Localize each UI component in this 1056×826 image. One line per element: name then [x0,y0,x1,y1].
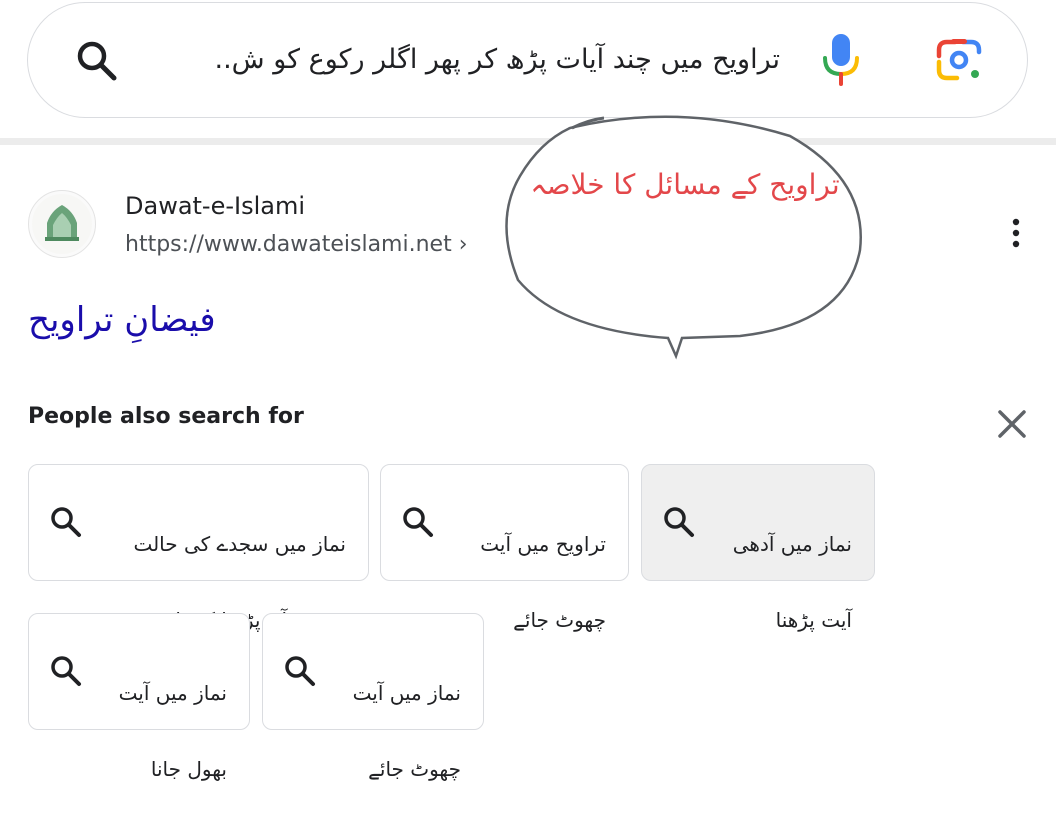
site-url[interactable]: https://www.dawateislami.net › [125,232,468,257]
chip-label: نماز میں آیت بھول جانا [119,636,227,826]
search-icon [401,505,435,543]
chip-label-line: نماز میں آیت [118,681,227,705]
related-search-chip[interactable]: نماز میں آیت بھول جانا [28,613,250,781]
search-icon [49,505,83,543]
chip-label: نماز میں آیت چھوٹ جائے [353,636,461,826]
search-query-input[interactable]: تراویح میں چند آیات پڑھ کر پھر اگلر رکوع… [150,38,781,82]
mic-icon[interactable] [820,32,862,92]
chip-label: نماز میں آدھی آیت پڑھنا [733,487,852,677]
related-search-chip[interactable]: نماز میں آیت چھوٹ جائے [262,613,484,781]
chip-label-line: چھوٹ جائے [513,608,606,632]
people-also-search-heading: People also search for [28,404,304,429]
site-name[interactable]: Dawat-e-Islami [125,192,305,220]
search-icon [662,505,696,543]
search-icon [49,654,83,692]
more-vert-icon[interactable] [1006,216,1026,256]
bubble-line-2: کا خلاصہ [530,168,636,201]
related-search-chip[interactable]: نماز میں آدھی آیت پڑھنا [641,464,875,632]
chip-label-line: نماز میں آیت [352,681,461,705]
bubble-line-1: تراویح کے مسائل [644,168,840,201]
chip-label-line: نماز میں آدھی [732,532,852,556]
speech-bubble [505,115,862,360]
chip-label: تراویح میں آیت چھوٹ جائے [480,487,606,677]
close-icon[interactable] [996,408,1028,444]
chip-label-line: بھول جانا [150,757,227,781]
site-favicon[interactable] [28,190,96,258]
chip-label-line: تراویح میں آیت [480,532,606,556]
google-lens-icon[interactable] [935,38,983,86]
chip-label-line: آیت پڑھنا [775,608,852,632]
related-search-chip[interactable]: تراویح میں آیت چھوٹ جائے [380,464,629,632]
bubble-annotation: تراویح کے مسائل کا خلاصہ [530,166,840,204]
result-title-link[interactable]: فیضانِ تراویح [28,300,216,340]
search-icon [283,654,317,692]
search-icon[interactable] [74,38,120,88]
related-search-chip[interactable]: نماز میں سجدے کی حالت میں قرآن پڑھنا کیس… [28,464,369,632]
chip-label-line: چھوٹ جائے [368,757,461,781]
chip-label-line: نماز میں سجدے کی حالت [133,532,346,556]
